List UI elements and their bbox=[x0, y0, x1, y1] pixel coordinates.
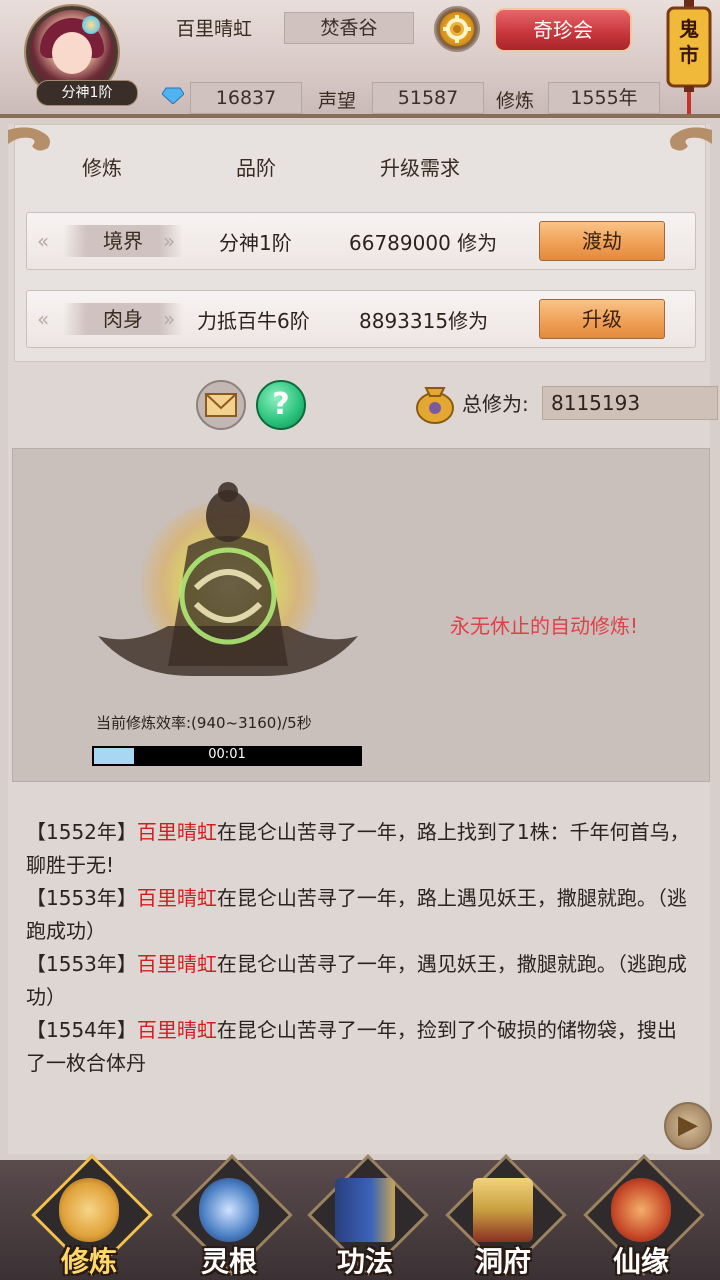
spirit-stone-count: 16837 bbox=[190, 82, 302, 114]
play-arrow-icon: ▶ bbox=[678, 1110, 698, 1140]
meditating-figure-icon bbox=[98, 482, 358, 676]
mail-icon bbox=[205, 393, 237, 417]
tribulation-button[interactable]: 渡劫 bbox=[539, 221, 665, 261]
cloud-ornament-left bbox=[8, 127, 50, 151]
chevron-right-icon: » bbox=[163, 229, 176, 253]
header-grade: 品阶 bbox=[236, 156, 276, 180]
realm-row: « 境界 » 分神1阶 66789000 修为 渡劫 bbox=[26, 212, 696, 270]
chevron-right-icon: » bbox=[163, 307, 176, 331]
pavilion-icon bbox=[473, 1178, 533, 1242]
header-cultivation: 修炼 bbox=[82, 156, 122, 180]
nav-cave-dwelling[interactable]: 洞府 bbox=[445, 1154, 567, 1280]
header-requirement: 升级需求 bbox=[380, 156, 460, 180]
upgrade-button[interactable]: 升级 bbox=[539, 299, 665, 339]
training-progress-bar: 00:01 bbox=[92, 746, 362, 766]
nav-label: 灵根 bbox=[200, 1245, 257, 1278]
body-requirement: 8893315修为 bbox=[359, 309, 489, 333]
chevron-left-icon: « bbox=[37, 307, 50, 331]
ghost-market-label: 鬼市 bbox=[679, 17, 699, 67]
nav-cultivation[interactable]: 修炼 bbox=[31, 1154, 153, 1280]
cultivation-years: 1555年 bbox=[548, 82, 660, 114]
log-entry: 【1554年】百里晴虹在昆仑山苦寻了一年，捡到了个破损的储物袋，搜出了一枚合体丹 bbox=[26, 1018, 677, 1075]
player-name: 百里晴虹 bbox=[176, 18, 253, 40]
log-entry: 【1553年】百里晴虹在昆仑山苦寻了一年，路上遇见妖王，撒腿就跑。（逃跑成功） bbox=[26, 886, 687, 943]
nav-label: 功法 bbox=[336, 1245, 393, 1278]
realm-requirement: 66789000 修为 bbox=[349, 231, 498, 255]
ghost-market-button[interactable]: 鬼市 bbox=[664, 0, 714, 116]
event-log: 【1552年】百里晴虹在昆仑山苦寻了一年，路上找到了1株：千年何首乌，聊胜于无!… bbox=[26, 816, 696, 1080]
spirit-root-icon bbox=[199, 1178, 259, 1242]
gear-icon bbox=[443, 15, 471, 43]
gourd-icon bbox=[611, 1178, 671, 1242]
money-bag-icon bbox=[416, 387, 454, 424]
reputation-label: 声望 bbox=[318, 90, 357, 112]
progress-timer: 00:01 bbox=[208, 747, 246, 762]
realm-grade: 分神1阶 bbox=[219, 231, 292, 255]
mail-button[interactable] bbox=[196, 380, 246, 430]
cultivator-icon bbox=[59, 1178, 119, 1242]
question-icon: ? bbox=[272, 387, 290, 422]
chevron-left-icon: « bbox=[37, 229, 50, 253]
training-rate: 当前修炼效率:(940~3160)/5秒 bbox=[96, 714, 312, 732]
bottom-navigation: 修炼 灵根 功法 洞府 仙缘 bbox=[0, 1154, 720, 1280]
nav-techniques[interactable]: 功法 bbox=[307, 1154, 429, 1280]
nav-label: 洞府 bbox=[474, 1245, 531, 1278]
spirit-stone-icon bbox=[162, 87, 184, 104]
total-cultivation-value: 8115193 bbox=[542, 386, 718, 420]
treasure-shop-button[interactable]: 奇珍会 bbox=[494, 8, 632, 52]
cultivation-label: 修炼 bbox=[496, 90, 535, 112]
next-page-button[interactable]: ▶ bbox=[664, 1102, 712, 1150]
book-icon bbox=[335, 1178, 395, 1242]
rank-badge: 分神1阶 bbox=[36, 80, 138, 106]
log-entry: 【1553年】百里晴虹在昆仑山苦寻了一年，遇见妖王，撒腿就跑。（逃跑成功） bbox=[26, 952, 687, 1009]
nav-fortune[interactable]: 仙缘 bbox=[583, 1154, 705, 1280]
total-cultivation-label: 总修为: bbox=[462, 392, 529, 416]
body-row: « 肉身 » 力抵百牛6阶 8893315修为 升级 bbox=[26, 290, 696, 348]
log-entry: 【1552年】百里晴虹在昆仑山苦寻了一年，路上找到了1株：千年何首乌，聊胜于无! bbox=[26, 820, 690, 877]
top-header: 分神1阶 百里晴虹 焚香谷 奇珍会 鬼市 16837 声望 51587 修炼 1… bbox=[0, 0, 720, 118]
reputation-value: 51587 bbox=[372, 82, 484, 114]
nav-label: 仙缘 bbox=[612, 1245, 669, 1278]
nav-label: 修炼 bbox=[60, 1245, 117, 1278]
settings-button[interactable] bbox=[434, 6, 480, 52]
nav-spirit-root[interactable]: 灵根 bbox=[171, 1154, 293, 1280]
body-grade: 力抵百牛6阶 bbox=[197, 309, 310, 333]
auto-training-text: 永无休止的自动修炼! bbox=[450, 614, 639, 638]
help-button[interactable]: ? bbox=[256, 380, 306, 430]
sect-name: 焚香谷 bbox=[284, 12, 414, 44]
cloud-ornament-right bbox=[670, 127, 712, 151]
